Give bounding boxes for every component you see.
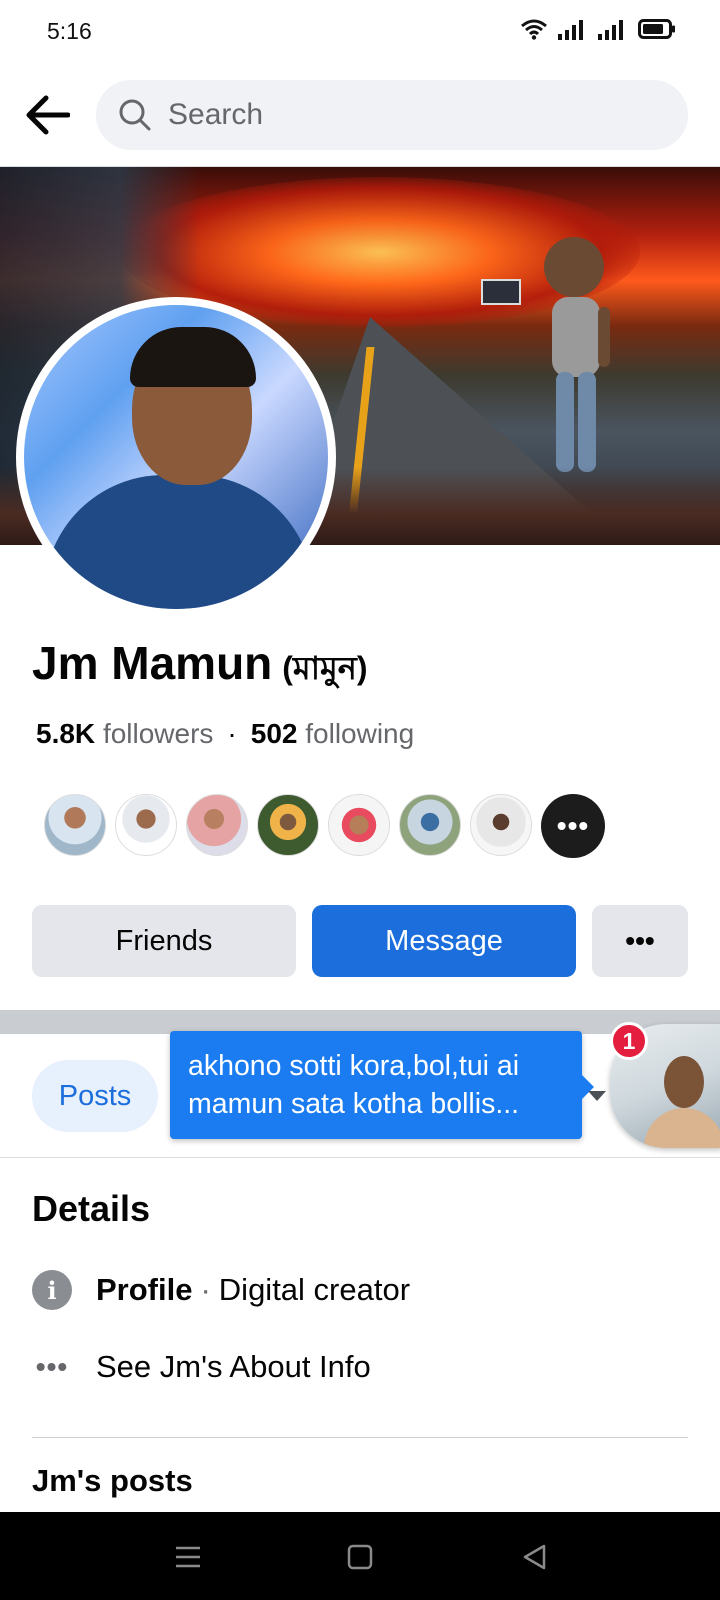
info-icon: i	[32, 1270, 72, 1310]
mutual-friends-row: •••	[44, 794, 605, 858]
status-bar: 5:16	[0, 0, 720, 64]
profile-avatar[interactable]	[16, 297, 336, 617]
battery-icon	[638, 19, 675, 39]
cover-sign	[481, 279, 521, 305]
chat-head-face	[664, 1056, 704, 1108]
signal-icon	[558, 20, 583, 40]
friend-avatar[interactable]	[470, 794, 532, 856]
detail-profile-value: Digital creator	[218, 1272, 411, 1307]
status-icons	[520, 18, 676, 40]
back-button[interactable]	[22, 90, 72, 140]
friend-avatar[interactable]	[399, 794, 461, 856]
friends-button[interactable]: Friends	[32, 905, 296, 977]
back-arrow-icon	[26, 95, 70, 135]
unread-badge: 1	[610, 1022, 648, 1060]
about-info-link[interactable]: See Jm's About Info	[96, 1349, 371, 1385]
top-bar	[0, 64, 720, 167]
friend-avatar[interactable]	[328, 794, 390, 856]
friend-avatar[interactable]	[186, 794, 248, 856]
following-label[interactable]: following	[305, 718, 414, 749]
more-dots-icon: •••	[35, 1351, 69, 1382]
profile-alt-name: (মামুন)	[282, 650, 368, 686]
followers-count[interactable]: 5.8K	[36, 718, 95, 749]
friend-avatar[interactable]	[44, 794, 106, 856]
message-button[interactable]: Message	[312, 905, 576, 977]
details-heading: Details	[32, 1188, 151, 1229]
about-info-row[interactable]: ••• See Jm's About Info	[32, 1343, 371, 1391]
followers-label[interactable]: followers	[103, 718, 213, 749]
avatar-photo	[24, 305, 328, 609]
detail-profile-row: i Profile · Digital creator	[32, 1266, 410, 1314]
profile-name: Jm Mamun (মামুন)	[32, 636, 368, 697]
tab-posts[interactable]: Posts	[32, 1060, 158, 1132]
search-box[interactable]	[96, 80, 688, 150]
details-divider	[32, 1437, 688, 1438]
stats-separator: ·	[227, 718, 237, 749]
friend-avatar[interactable]	[115, 794, 177, 856]
system-nav-bar	[0, 1512, 720, 1600]
detail-profile-label: Profile	[96, 1272, 193, 1307]
chat-preview-line: mamun sata kotha bollis...	[188, 1088, 520, 1120]
chevron-down-icon[interactable]	[588, 1091, 606, 1101]
search-input[interactable]	[166, 97, 650, 133]
wifi-icon	[521, 19, 547, 40]
cover-avatar-figure	[544, 237, 610, 472]
profile-name-text: Jm Mamun	[32, 637, 273, 689]
following-count[interactable]: 502	[251, 718, 298, 749]
avatar-hair	[130, 327, 256, 387]
info-circle: i	[32, 1270, 72, 1310]
back-nav-icon	[523, 1544, 546, 1570]
status-time: 5:16	[47, 18, 92, 44]
profile-actions: Friends Message •••	[32, 905, 688, 977]
detail-separator: ·	[200, 1272, 211, 1307]
search-icon	[119, 99, 151, 131]
menu-nav-button[interactable]	[168, 1537, 208, 1577]
chat-head-body	[644, 1108, 720, 1148]
chat-head-message-preview[interactable]: akhono sotti kora,bol,tui ai mamun sata …	[170, 1031, 594, 1139]
follow-stats: 5.8K followers · 502 following	[36, 718, 414, 750]
home-nav-icon	[347, 1544, 373, 1570]
more-options-button[interactable]: •••	[592, 905, 688, 977]
posts-heading: Jm's posts	[32, 1463, 193, 1498]
menu-nav-icon	[176, 1546, 200, 1568]
avatar-shirt	[44, 475, 314, 609]
friend-avatar[interactable]	[257, 794, 319, 856]
back-nav-button[interactable]	[514, 1537, 554, 1577]
signal-icon	[598, 20, 623, 40]
home-nav-button[interactable]	[340, 1537, 380, 1577]
more-friends-button[interactable]: •••	[541, 794, 605, 858]
chat-preview-line: akhono sotti kora,bol,tui ai	[188, 1050, 520, 1082]
